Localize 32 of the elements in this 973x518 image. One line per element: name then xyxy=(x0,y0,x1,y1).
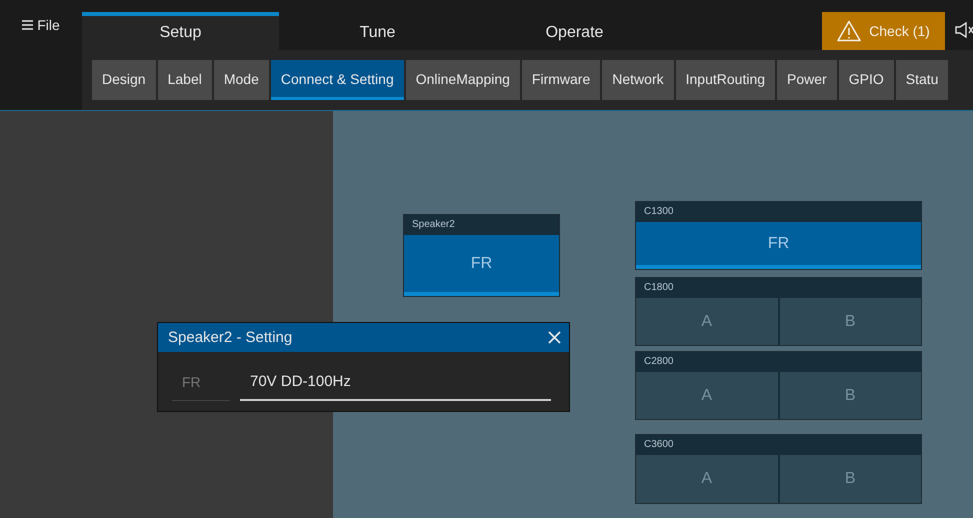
amplifier-title: C1800 xyxy=(643,281,674,295)
sub-tab[interactable]: InputRouting xyxy=(676,60,776,100)
menu-icon xyxy=(22,20,34,30)
main-tab[interactable]: Tune xyxy=(279,12,476,50)
sub-tab[interactable]: Connect & Setting xyxy=(270,60,404,100)
main-tab[interactable]: Operate xyxy=(476,12,673,50)
warning-icon xyxy=(837,20,862,42)
close-button[interactable] xyxy=(548,331,561,344)
amplifier-title: C2800 xyxy=(643,355,674,369)
sub-tab[interactable]: OnlineMapping xyxy=(406,60,520,100)
sub-tab[interactable]: Mode xyxy=(214,60,269,100)
sub-tab[interactable]: Label xyxy=(158,60,212,100)
speaker-channel[interactable]: FR xyxy=(404,235,559,296)
speaker-node[interactable]: Speaker2 FR xyxy=(403,214,560,297)
amplifier-channel[interactable]: FR xyxy=(636,222,921,269)
preset-field[interactable]: 70V DD-100Hz xyxy=(240,373,551,401)
sub-tab[interactable]: Power xyxy=(777,60,837,100)
main-tab[interactable]: Setup xyxy=(82,12,279,50)
speaker-icon[interactable] xyxy=(955,21,973,39)
sub-tab[interactable]: Network xyxy=(602,60,674,100)
close-icon xyxy=(548,331,561,344)
sub-tab[interactable]: Firmware xyxy=(522,60,600,100)
sub-tab[interactable]: Design xyxy=(92,60,156,100)
amplifier-node[interactable]: C1300 FR xyxy=(635,201,922,270)
amplifier-title: C3600 xyxy=(643,438,674,452)
speaker-title: Speaker2 xyxy=(411,218,456,232)
amplifier-title: C1300 xyxy=(643,205,674,219)
sub-tab[interactable]: Statu xyxy=(896,60,948,100)
channel-label: FR xyxy=(172,374,230,401)
dialog-title: Speaker2 - Setting xyxy=(168,329,292,346)
file-menu-button[interactable]: File xyxy=(0,0,82,50)
sub-tab[interactable]: GPIO xyxy=(838,60,894,100)
